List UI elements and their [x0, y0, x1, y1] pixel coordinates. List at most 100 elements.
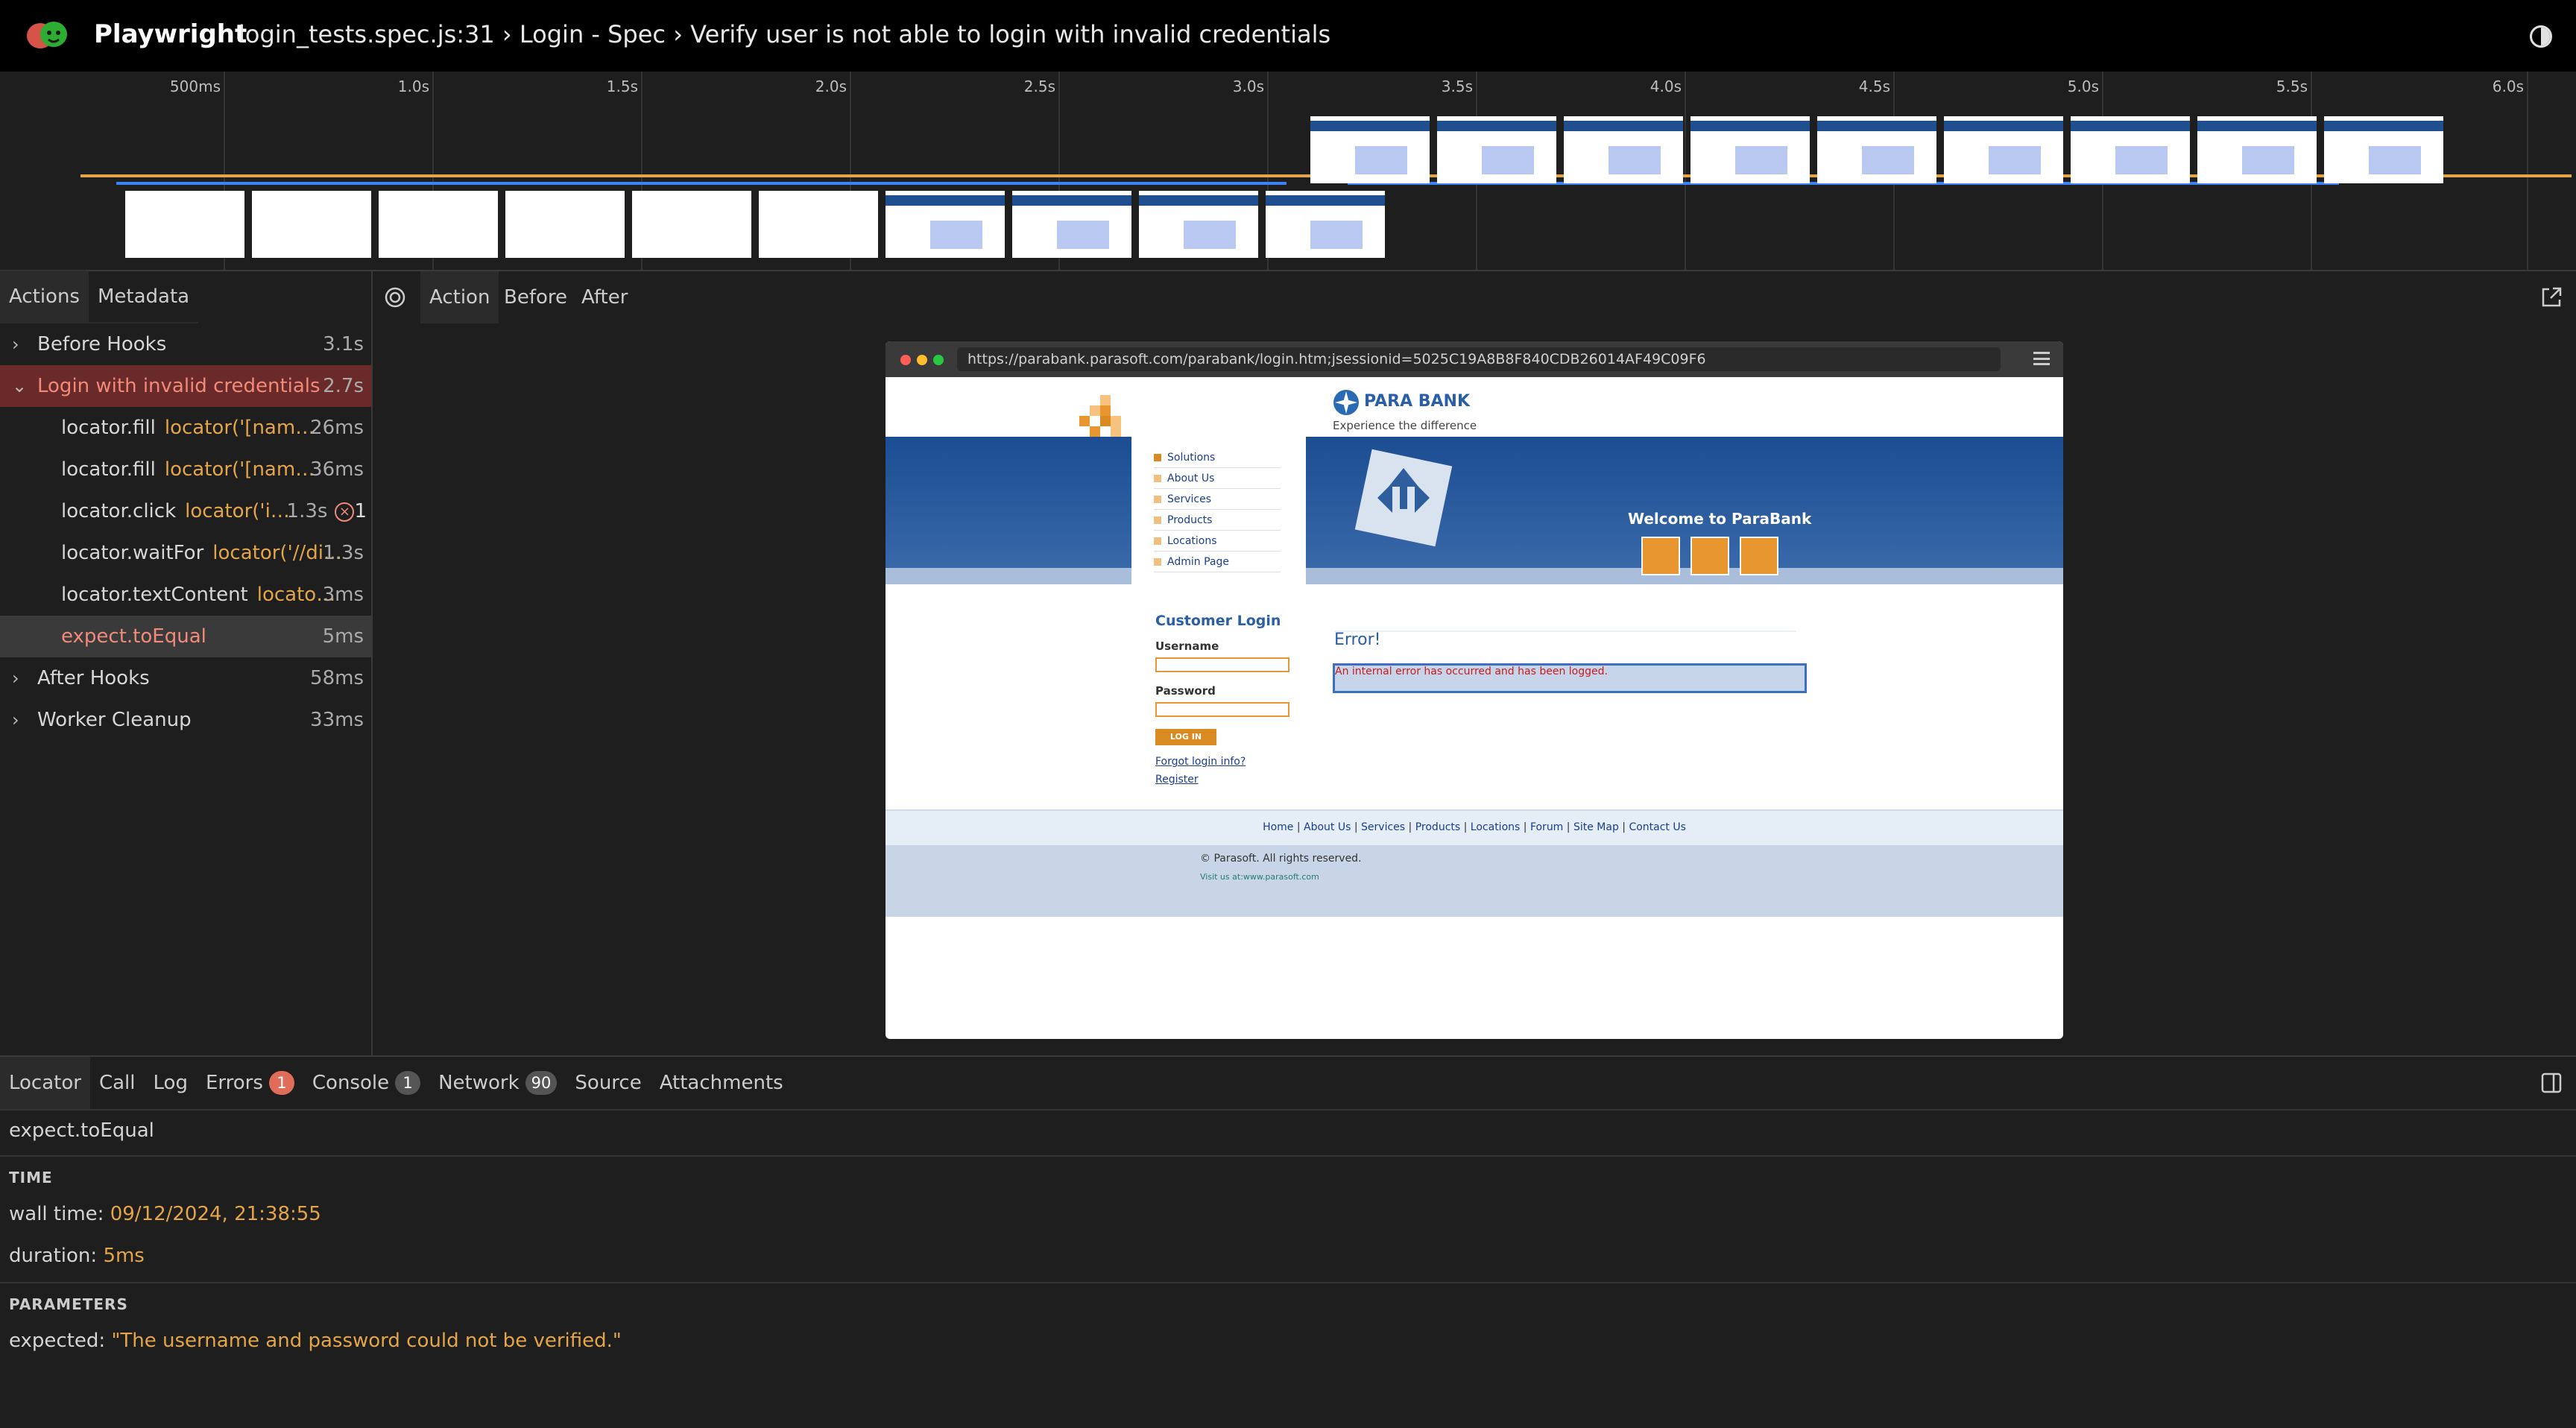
chevron-icon[interactable]: ⌄ — [12, 376, 27, 397]
chevron-icon[interactable]: › — [12, 668, 24, 689]
timeline[interactable]: 500ms 1.0s 1.5s 2.0s 2.5s 3.0s 3.5s 4.0s 4.5s 5.0… — [0, 72, 2576, 271]
filmstrip-thumbnail[interactable] — [1944, 116, 2063, 183]
menu-item[interactable]: Products — [1154, 510, 1281, 531]
filmstrip-thumbnail[interactable] — [1437, 116, 1556, 183]
menu-item[interactable]: Services — [1154, 489, 1281, 510]
detail-tab-attachments[interactable]: Attachments — [651, 1072, 792, 1094]
filmstrip-thumbnail[interactable] — [886, 191, 1005, 258]
action-row[interactable]: locator.fill locator('[name... 36ms — [0, 449, 371, 490]
filmstrip-thumbnail[interactable] — [632, 191, 751, 258]
menu-item[interactable]: Locations — [1154, 531, 1281, 552]
footer-link[interactable]: Locations — [1471, 821, 1521, 833]
menu-item[interactable]: Admin Page — [1154, 552, 1281, 572]
tab-before[interactable]: Before — [495, 271, 576, 323]
filmstrip-thumbnail[interactable] — [1817, 116, 1936, 183]
timeline-tick-label: 500ms — [169, 78, 221, 95]
login-button[interactable]: LOG IN — [1155, 729, 1216, 745]
chevron-icon[interactable]: › — [12, 334, 24, 355]
separator: | — [1351, 821, 1362, 833]
detail-tab-label: Errors — [205, 1072, 263, 1094]
action-row[interactable]: › Before Hooks 3.1s — [0, 323, 371, 365]
detail-tab-log[interactable]: Log — [145, 1072, 197, 1094]
separator: | — [1618, 821, 1629, 833]
tab-after[interactable]: After — [572, 271, 637, 323]
timeline-tick-label: 2.5s — [1023, 78, 1055, 95]
filmstrip-thumbnail[interactable] — [1564, 116, 1683, 183]
menu-item[interactable]: About Us — [1154, 468, 1281, 489]
detail-tab-source[interactable]: Source — [566, 1072, 650, 1094]
action-row[interactable]: ⌄ Login with invalid credentials 2.7s — [0, 365, 371, 407]
timeline-tick-label: 1.0s — [397, 78, 429, 95]
count-badge: 90 — [525, 1071, 558, 1095]
contact-icon[interactable] — [1740, 537, 1778, 575]
app-name: Playwright — [94, 19, 247, 49]
timeline-action-bar[interactable] — [80, 174, 1364, 177]
action-row[interactable]: expect.toEqual 5ms — [0, 616, 371, 657]
target-icon[interactable] — [385, 287, 405, 308]
detail-tab-call[interactable]: Call — [90, 1072, 145, 1094]
footer-link[interactable]: Forum — [1530, 821, 1563, 833]
detail-tab-network[interactable]: Network 90 — [429, 1071, 566, 1095]
filmstrip-thumbnail[interactable] — [1690, 116, 1810, 183]
detail-tab-errors[interactable]: Errors 1 — [197, 1071, 303, 1095]
action-row[interactable]: locator.click locator('in... 1.3s × 1 — [0, 490, 371, 532]
filmstrip-thumbnail[interactable] — [1310, 116, 1430, 183]
password-input[interactable] — [1155, 702, 1289, 717]
home-icon[interactable] — [1641, 537, 1680, 575]
filmstrip-thumbnail[interactable] — [1266, 191, 1385, 258]
filmstrip-thumbnail[interactable] — [2324, 116, 2443, 183]
footer-link[interactable]: About Us — [1304, 821, 1351, 833]
error-message: An internal error has occurred and has b… — [1335, 666, 1608, 677]
visit-link[interactable]: www.parasoft.com — [1243, 872, 1319, 882]
bullet-icon — [1154, 453, 1161, 461]
error-count: 1 — [354, 500, 367, 522]
timeline-tick — [1685, 72, 1686, 270]
timeline-tick-label: 6.0s — [2492, 78, 2524, 95]
tab-actions[interactable]: Actions — [0, 271, 89, 323]
footer-link[interactable]: Contact Us — [1629, 821, 1685, 833]
action-row[interactable]: › After Hooks 58ms — [0, 657, 371, 699]
menu-item-label: Solutions — [1167, 451, 1216, 464]
tab-action[interactable]: Action — [420, 271, 499, 323]
menu-icon — [2033, 352, 2050, 365]
menu-item[interactable]: Solutions — [1154, 447, 1281, 468]
filmstrip-thumbnail[interactable] — [2197, 116, 2317, 183]
timeline-action-bar[interactable] — [2430, 174, 2572, 177]
footer-link[interactable]: Products — [1415, 821, 1460, 833]
footer-band — [886, 845, 2063, 917]
filmstrip-thumbnail[interactable] — [505, 191, 625, 258]
register-link[interactable]: Register — [1155, 774, 1199, 786]
footer-link[interactable]: Services — [1361, 821, 1405, 833]
forgot-login-link[interactable]: Forgot login info? — [1155, 756, 1246, 768]
action-row[interactable]: locator.fill locator('[name... 26ms — [0, 407, 371, 449]
filmstrip-thumbnail[interactable] — [252, 191, 371, 258]
filmstrip-thumbnail[interactable] — [1012, 191, 1131, 258]
duration-label: duration: — [9, 1245, 98, 1267]
action-locator: locator('in... — [185, 500, 297, 522]
filmstrip-thumbnail[interactable] — [125, 191, 244, 258]
filmstrip-thumbnail[interactable] — [379, 191, 498, 258]
timeline-tick-label: 4.5s — [1858, 78, 1890, 95]
parabank-logo-icon — [1333, 390, 1359, 415]
separator: | — [1460, 821, 1471, 833]
tab-metadata[interactable]: Metadata — [89, 271, 198, 323]
filmstrip-thumbnail[interactable] — [2071, 116, 2190, 183]
tabs-divider — [0, 1109, 2576, 1111]
open-external-icon[interactable] — [2540, 286, 2563, 309]
timeline-action-bar[interactable] — [116, 182, 1287, 185]
username-input[interactable] — [1155, 657, 1289, 672]
detail-tab-console[interactable]: Console 1 — [303, 1071, 429, 1095]
detail-tab-locator[interactable]: Locator — [0, 1057, 90, 1109]
filmstrip-thumbnail[interactable] — [759, 191, 878, 258]
action-row[interactable]: › Worker Cleanup 33ms — [0, 699, 371, 741]
action-row[interactable]: locator.waitFor locator('//di... 1.3s — [0, 532, 371, 574]
theme-toggle-icon[interactable] — [2530, 25, 2552, 48]
footer-link[interactable]: Site Map — [1573, 821, 1619, 833]
action-row[interactable]: locator.textContent locator... 3ms — [0, 574, 371, 616]
split-view-icon[interactable] — [2540, 1072, 2563, 1094]
filmstrip-thumbnail[interactable] — [1139, 191, 1258, 258]
footer-link[interactable]: Home — [1263, 821, 1293, 833]
chevron-icon[interactable]: › — [12, 710, 24, 730]
about-icon[interactable] — [1690, 537, 1729, 575]
header-band-left-foot — [886, 568, 1131, 584]
